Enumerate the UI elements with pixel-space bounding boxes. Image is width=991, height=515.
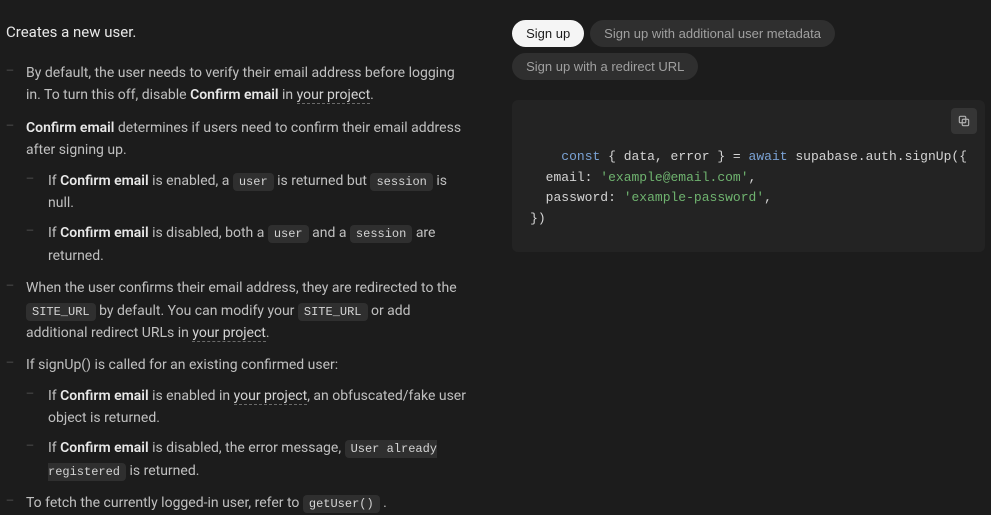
code-token: const bbox=[561, 149, 600, 164]
inline-code: getUser() bbox=[303, 495, 380, 513]
example-tabs: Sign up Sign up with additional user met… bbox=[512, 20, 985, 80]
copy-icon bbox=[957, 114, 971, 128]
inline-code: user bbox=[268, 225, 309, 243]
code-token: { data, error } = bbox=[600, 149, 748, 164]
notes-list: By default, the user needs to verify the… bbox=[6, 62, 472, 515]
page-title: Creates a new user. bbox=[6, 20, 472, 44]
list-item: When the user confirms their email addre… bbox=[6, 277, 472, 344]
list-item: To fetch the currently logged-in user, r… bbox=[6, 492, 472, 514]
list-item: If Confirm email is disabled, both a use… bbox=[26, 222, 472, 267]
code-token: , bbox=[764, 190, 772, 205]
your-project-link[interactable]: your project bbox=[192, 325, 266, 342]
your-project-link[interactable]: your project bbox=[234, 388, 308, 405]
code-example: const { data, error } = await supabase.a… bbox=[512, 100, 985, 252]
code-token: supabase.auth.signUp({ bbox=[788, 149, 967, 164]
list-item: If Confirm email is disabled, the error … bbox=[26, 437, 472, 482]
your-project-link[interactable]: your project bbox=[297, 87, 371, 104]
code-token: }) bbox=[530, 211, 546, 226]
tab-sign-up-metadata[interactable]: Sign up with additional user metadata bbox=[590, 20, 835, 47]
inline-code: SITE_URL bbox=[26, 303, 96, 321]
tab-sign-up[interactable]: Sign up bbox=[512, 20, 584, 47]
inline-code: session bbox=[350, 225, 412, 243]
documentation-panel: Creates a new user. By default, the user… bbox=[0, 0, 482, 508]
code-token: , bbox=[749, 170, 757, 185]
code-token: email: bbox=[530, 170, 600, 185]
inline-code: SITE_URL bbox=[298, 303, 368, 321]
copy-button[interactable] bbox=[951, 108, 977, 134]
code-token: await bbox=[749, 149, 788, 164]
list-item: If signUp() is called for an existing co… bbox=[6, 354, 472, 482]
list-item: If Confirm email is enabled, a user is r… bbox=[26, 170, 472, 215]
inline-code: session bbox=[370, 173, 432, 191]
list-item: If Confirm email is enabled in your proj… bbox=[26, 385, 472, 430]
list-item: By default, the user needs to verify the… bbox=[6, 62, 472, 107]
code-token: 'example-password' bbox=[624, 190, 764, 205]
tab-sign-up-redirect[interactable]: Sign up with a redirect URL bbox=[512, 53, 698, 80]
code-token: 'example@email.com' bbox=[600, 170, 748, 185]
code-panel: Sign up Sign up with additional user met… bbox=[482, 0, 991, 508]
list-item: Confirm email determines if users need t… bbox=[6, 117, 472, 267]
code-token: password: bbox=[530, 190, 624, 205]
inline-code: user bbox=[233, 173, 274, 191]
